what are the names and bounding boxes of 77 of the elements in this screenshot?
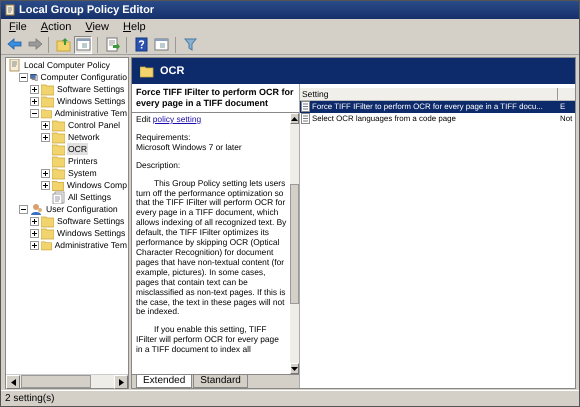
expand-icon[interactable] — [41, 120, 50, 130]
action-pane-icon — [154, 37, 168, 52]
folder-icon — [41, 106, 52, 120]
export-list-icon — [104, 37, 120, 52]
collapse-icon[interactable] — [30, 108, 39, 118]
folder-icon — [140, 64, 154, 78]
expand-icon[interactable] — [30, 240, 39, 250]
user-icon — [30, 202, 43, 216]
left-arrow-icon — [10, 378, 16, 386]
help-icon — [134, 37, 148, 52]
settings-list-icon — [52, 190, 65, 204]
expand-icon[interactable] — [30, 84, 39, 94]
tree-item[interactable]: Software Settings — [56, 82, 126, 96]
collapse-icon[interactable] — [19, 204, 28, 214]
folder-icon — [41, 214, 54, 228]
requirements-label: Requirements: — [136, 132, 190, 142]
horizontal-scrollbar[interactable] — [6, 374, 128, 388]
tree-item[interactable]: All Settings — [67, 190, 112, 204]
tree-item[interactable]: Windows Settings — [56, 226, 126, 240]
description-paragraph: This Group Policy setting lets users turn off the performance optimization so that the TIFF IFilter will perform OCR for every page in a TIFF document, which allows indexing of all recognized text. By default, the TIFF IFilter optimizes its performance by skipping OCR (Optical Character Recognition) for document pages that have non-textual content (for example, pictures). In some cases, pages that contain text can be misclassified as non-text pages. If this is the case, the text in these pages will not be indexed. — [136, 178, 287, 318]
collapse-icon[interactable] — [19, 72, 28, 82]
vertical-scrollbar[interactable] — [290, 113, 299, 374]
filter-icon — [182, 37, 198, 52]
right-arrow-icon — [118, 378, 124, 386]
view-tab[interactable]: Standard — [193, 375, 248, 388]
tree-item[interactable]: Computer Configuratio — [40, 70, 128, 84]
description-label: Description: — [136, 160, 182, 171]
tree-item[interactable]: Printers — [67, 154, 99, 168]
tree-item[interactable]: Administrative Tem — [54, 238, 128, 252]
expand-icon[interactable] — [30, 96, 39, 106]
tree-item[interactable]: User Configuration — [45, 202, 119, 216]
folder-up-icon — [56, 37, 70, 52]
description-paragraph: If you enable this setting, TIFF IFilter will perform OCR for every page in a TIFF document to index all — [136, 325, 280, 356]
tree-item[interactable]: Network — [67, 130, 101, 144]
menu-item[interactable]: View — [85, 18, 109, 36]
expand-icon[interactable] — [41, 180, 50, 190]
expand-icon[interactable] — [41, 168, 50, 178]
down-arrow-icon — [291, 366, 298, 370]
edit-label: Edit — [136, 114, 150, 124]
console-tree-icon — [76, 37, 90, 52]
expand-icon[interactable] — [41, 132, 50, 142]
folder-icon — [41, 226, 54, 240]
section-title: OCR — [160, 64, 184, 79]
policy-setting-link[interactable]: policy setting — [152, 114, 202, 124]
folder-icon — [52, 142, 65, 156]
folder-icon — [52, 130, 65, 144]
policy-title: Force TIFF IFilter to perform OCR for every page in a TIFF document — [135, 86, 295, 110]
folder-icon — [52, 178, 64, 192]
policy-editor-icon — [5, 4, 15, 16]
folder-icon — [52, 118, 65, 132]
view-tab[interactable]: Extended — [136, 375, 192, 388]
folder-icon — [52, 166, 65, 180]
status-text: 2 setting(s) — [1, 390, 579, 406]
tree-item[interactable]: Software Settings — [56, 214, 126, 228]
tree-item[interactable]: Local Computer Policy — [23, 58, 111, 72]
folder-icon — [41, 94, 54, 108]
expand-icon[interactable] — [30, 216, 39, 226]
tree-item[interactable]: Windows Comp — [66, 178, 128, 192]
up-arrow-icon — [291, 116, 298, 120]
back-arrow-icon — [6, 37, 22, 52]
menu-item[interactable]: Help — [123, 18, 146, 36]
tree-item[interactable]: System — [67, 166, 98, 180]
folder-icon — [41, 82, 54, 96]
window-title: Local Group Policy Editor — [19, 2, 154, 18]
folder-icon — [52, 154, 65, 168]
expand-icon[interactable] — [30, 228, 39, 238]
tree-item[interactable]: Administrative Tem — [54, 106, 128, 120]
forward-arrow-icon — [26, 37, 42, 52]
setting-icon — [301, 101, 310, 112]
menu-item[interactable]: Action — [40, 18, 72, 36]
tree-item[interactable]: Windows Settings — [56, 94, 126, 108]
requirements-text: Microsoft Windows 7 or later — [136, 142, 242, 152]
menu-item[interactable]: File — [9, 18, 27, 36]
tree-item[interactable]: OCR — [67, 142, 88, 156]
folder-icon — [41, 238, 52, 252]
tree-item[interactable]: Control Panel — [67, 118, 122, 132]
setting-icon — [301, 113, 310, 124]
